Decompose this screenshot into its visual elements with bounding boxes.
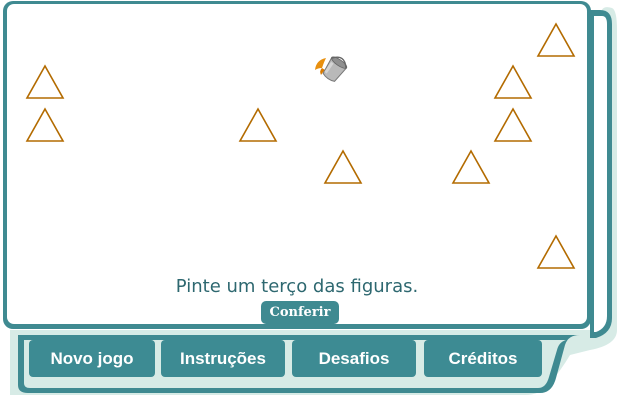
- game-stage: Pinte um terço das figuras. Conferir Nov…: [0, 0, 617, 402]
- play-area: Pinte um terço das figuras. Conferir: [6, 4, 588, 326]
- paint-bucket-icon[interactable]: [312, 48, 352, 88]
- instruction-text: Pinte um terço das figuras.: [175, 276, 419, 297]
- new-game-button[interactable]: Novo jogo: [29, 340, 155, 377]
- instructions-button[interactable]: Instruções: [161, 340, 285, 377]
- triangle-shape[interactable]: [536, 234, 576, 270]
- triangle-shape[interactable]: [493, 64, 533, 100]
- credits-button[interactable]: Créditos: [424, 340, 542, 377]
- check-button[interactable]: Conferir: [261, 301, 339, 324]
- triangle-shape[interactable]: [238, 107, 278, 143]
- challenges-button[interactable]: Desafios: [292, 340, 416, 377]
- triangle-shape[interactable]: [25, 107, 65, 143]
- triangle-shape[interactable]: [25, 64, 65, 100]
- triangle-shape[interactable]: [536, 22, 576, 58]
- triangle-shape[interactable]: [323, 149, 363, 185]
- triangle-shape[interactable]: [493, 107, 533, 143]
- triangle-shape[interactable]: [451, 149, 491, 185]
